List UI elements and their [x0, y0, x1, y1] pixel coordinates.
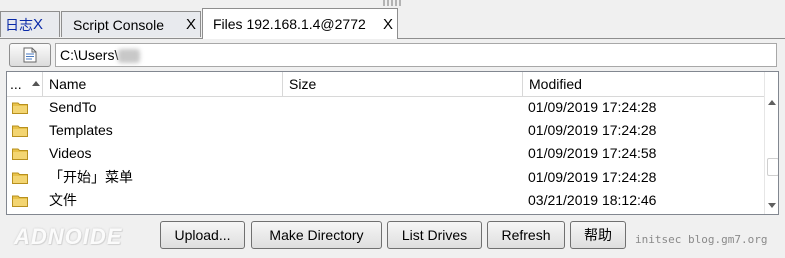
tab-label: Script Console: [73, 16, 165, 33]
column-modified-label: Modified: [529, 76, 582, 92]
file-name: Videos: [49, 145, 92, 162]
tab-script-console[interactable]: Script Console X: [61, 11, 201, 37]
file-name: 「开始」菜单: [49, 168, 133, 185]
table-row[interactable]: SendTo 01/09/2019 17:24:28: [7, 96, 764, 119]
scroll-up-icon[interactable]: [768, 100, 776, 105]
folder-icon: [12, 171, 28, 187]
close-icon[interactable]: X: [186, 16, 196, 33]
scroll-thumb[interactable]: [767, 158, 778, 176]
folder-icon: [12, 194, 28, 210]
file-modified: 03/21/2019 18:12:46: [528, 191, 657, 208]
vertical-scrollbar[interactable]: [764, 72, 778, 214]
tab-label: Files 192.168.1.4@2772: [213, 16, 366, 32]
path-input[interactable]: [55, 43, 777, 67]
footer-watermark: initsec blog.gm7.org: [635, 233, 768, 246]
table-row[interactable]: 文件 03/21/2019 18:12:46: [7, 189, 764, 212]
watermark-logo: ADNOIDE: [14, 224, 123, 249]
column-header-modified[interactable]: Modified: [523, 72, 764, 96]
file-modified: 01/09/2019 17:24:28: [528, 99, 657, 115]
redacted-username: [118, 49, 140, 63]
table-row[interactable]: Templates 01/09/2019 17:24:28: [7, 119, 764, 142]
tab-bar: 日志 X Script Console X Files 192.168.1.4@…: [0, 8, 785, 39]
list-header: ... Name Size Modified: [7, 72, 764, 97]
table-row[interactable]: Videos 01/09/2019 17:24:58: [7, 142, 764, 165]
column-size-label: Size: [289, 76, 317, 92]
file-name: Templates: [49, 122, 113, 139]
tab-log[interactable]: 日志 X: [0, 11, 60, 37]
file-modified: 01/09/2019 17:24:28: [528, 168, 657, 185]
make-directory-button[interactable]: Make Directory: [251, 221, 382, 249]
close-icon[interactable]: X: [383, 16, 393, 33]
close-icon[interactable]: X: [33, 16, 43, 33]
column-header-name[interactable]: Name: [43, 72, 283, 96]
table-row[interactable]: 「开始」菜单 01/09/2019 17:24:28: [7, 166, 764, 189]
file-name: SendTo: [49, 99, 97, 115]
sort-arrow-icon: [32, 81, 40, 86]
scroll-down-icon[interactable]: [768, 203, 776, 208]
file-list[interactable]: ... Name Size Modified SendTo 01/09/2019…: [6, 71, 779, 215]
file-rows: SendTo 01/09/2019 17:24:28 Templates 01/…: [7, 96, 764, 212]
folder-icon: [12, 147, 28, 163]
upload-button[interactable]: Upload...: [160, 221, 245, 249]
refresh-button[interactable]: Refresh: [487, 221, 565, 249]
help-button[interactable]: 帮助: [570, 221, 626, 249]
folder-icon: [12, 124, 28, 140]
browse-button[interactable]: [9, 43, 51, 67]
file-modified: 01/09/2019 17:24:58: [528, 145, 657, 162]
column-header-size[interactable]: Size: [283, 72, 523, 96]
dots-label: ...: [10, 76, 22, 92]
file-modified: 01/09/2019 17:24:28: [528, 122, 657, 139]
column-header-dots[interactable]: ...: [7, 72, 43, 96]
folder-icon: [12, 101, 28, 117]
column-name-label: Name: [49, 76, 87, 92]
document-icon: [23, 47, 37, 63]
list-drives-button[interactable]: List Drives: [387, 221, 482, 249]
tab-files[interactable]: Files 192.168.1.4@2772 X: [202, 8, 398, 39]
drag-grip[interactable]: [383, 0, 403, 6]
file-name: 文件: [49, 191, 77, 208]
